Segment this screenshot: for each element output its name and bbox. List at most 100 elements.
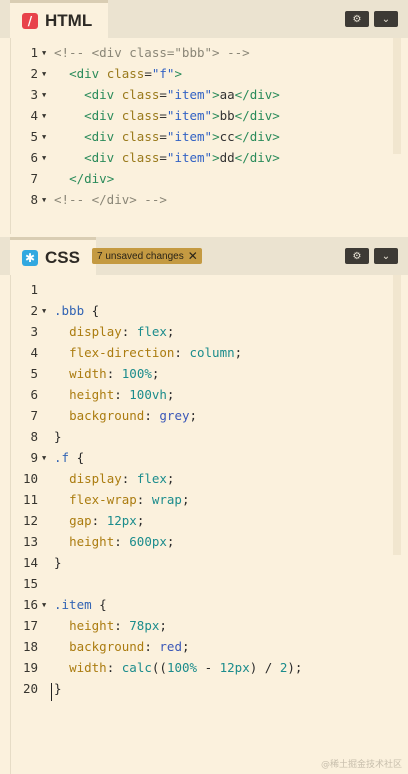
code-token: "f"	[151, 66, 175, 81]
line-number: 5	[30, 129, 38, 144]
code-token: class	[121, 87, 160, 102]
code-token: .f	[54, 450, 70, 465]
code-line[interactable]: 5 ▼ <div class="item">cc</div>	[11, 127, 401, 147]
code-token: 78px	[129, 618, 160, 633]
code-text: flex-direction: column;	[54, 343, 242, 363]
html-collapse-chevron-down-icon[interactable]: ⌄	[374, 11, 398, 27]
code-line[interactable]: 8 ▼ <!-- </div> -->	[11, 190, 401, 210]
code-line[interactable]: 10 display: flex;	[11, 469, 401, 489]
code-line[interactable]: 9 ▼ .f {	[11, 448, 401, 468]
css-settings-gear-icon[interactable]: ⚙	[345, 248, 369, 264]
line-number: 1	[30, 45, 38, 60]
line-number: 20	[22, 681, 38, 696]
code-token: background	[69, 639, 145, 654]
unsaved-changes-badge[interactable]: 7 unsaved changes ✕	[92, 248, 202, 264]
line-number: 4	[30, 345, 38, 360]
code-line[interactable]: 7 background: grey;	[11, 406, 401, 426]
code-line[interactable]: 3 ▼ <div class="item">aa</div>	[11, 85, 401, 105]
line-number: 7	[30, 408, 38, 423]
html-tab[interactable]: / HTML	[10, 0, 109, 38]
code-token: aa	[219, 87, 235, 102]
code-line[interactable]: 11 flex-wrap: wrap;	[11, 490, 401, 510]
fold-arrow-icon[interactable]: ▼	[42, 148, 46, 168]
code-token: :	[174, 345, 190, 360]
code-line[interactable]: 16 ▼ .item {	[11, 595, 401, 615]
code-text: display: flex;	[54, 322, 174, 342]
fold-arrow-icon[interactable]: ▼	[42, 106, 46, 126]
code-line[interactable]: 4 ▼ <div class="item">bb</div>	[11, 106, 401, 126]
fold-arrow-icon[interactable]: ▼	[42, 85, 46, 105]
code-token: </div>	[234, 108, 280, 123]
code-line[interactable]: 13 height: 600px;	[11, 532, 401, 552]
code-token: flex-wrap	[69, 492, 137, 507]
html-slash-icon: /	[22, 12, 38, 29]
text-cursor	[51, 683, 52, 701]
code-line[interactable]: 2 ▼ <div class="f">	[11, 64, 401, 84]
code-line[interactable]: 2 ▼ .bbb {	[11, 301, 401, 321]
css-code-editor[interactable]: 1 2 ▼ .bbb {3 display: flex; 4 flex-directio…	[10, 275, 401, 774]
line-number: 2	[30, 66, 38, 81]
code-token: height	[69, 534, 115, 549]
fold-arrow-icon[interactable]: ▼	[42, 595, 46, 615]
code-line[interactable]: 4 flex-direction: column;	[11, 343, 401, 363]
code-line[interactable]: 1	[11, 280, 401, 300]
fold-arrow-icon[interactable]: ▼	[42, 448, 46, 468]
html-code-editor[interactable]: 1 ▼ <!-- <div class="bbb"> --> 2 ▼ <div clas…	[10, 38, 401, 234]
code-line[interactable]: 12 gap: 12px;	[11, 511, 401, 531]
code-line[interactable]: 19 width: calc((100% - 12px) / 2);	[11, 658, 401, 678]
code-token: >	[212, 108, 220, 123]
code-token: red	[159, 639, 182, 654]
code-line[interactable]: 18 background: red;	[11, 637, 401, 657]
code-line[interactable]: 17 height: 78px;	[11, 616, 401, 636]
code-line[interactable]: 14}	[11, 553, 401, 573]
code-line[interactable]: 3 display: flex;	[11, 322, 401, 342]
code-token: >	[212, 87, 220, 102]
code-token: }	[54, 429, 62, 444]
code-token: =	[159, 87, 167, 102]
code-token: =	[159, 129, 167, 144]
code-line[interactable]: 15	[11, 574, 401, 594]
fold-arrow-icon[interactable]: ▼	[42, 190, 46, 210]
code-token: >	[174, 66, 182, 81]
code-token: 100%	[121, 366, 152, 381]
code-token: =	[159, 108, 167, 123]
code-text: .bbb {	[54, 301, 99, 321]
code-token: :	[91, 513, 107, 528]
code-token: dd	[219, 150, 235, 165]
code-text: height: 78px;	[54, 616, 167, 636]
code-line[interactable]: 20}	[11, 679, 401, 699]
code-text: display: flex;	[54, 469, 174, 489]
html-settings-gear-icon[interactable]: ⚙	[345, 11, 369, 27]
badge-close-icon[interactable]: ✕	[188, 250, 198, 262]
fold-arrow-icon[interactable]: ▼	[42, 301, 46, 321]
code-line[interactable]: 1 ▼ <!-- <div class="bbb"> -->	[11, 43, 401, 63]
code-line[interactable]: 7 </div>	[11, 169, 401, 189]
fold-arrow-icon[interactable]: ▼	[42, 64, 46, 84]
code-token: calc	[121, 660, 152, 675]
code-token: <div	[84, 129, 115, 144]
code-token: class	[106, 66, 145, 81]
code-line[interactable]: 6 ▼ <div class="item">dd</div>	[11, 148, 401, 168]
code-line[interactable]: 5 width: 100%;	[11, 364, 401, 384]
fold-arrow-icon[interactable]: ▼	[42, 43, 46, 63]
code-token: -	[197, 660, 220, 675]
code-token: :	[114, 618, 130, 633]
code-line[interactable]: 6 height: 100vh;	[11, 385, 401, 405]
code-token: </div>	[234, 150, 280, 165]
code-token: "item"	[166, 87, 213, 102]
css-tab[interactable]: ✱ CSS	[10, 237, 96, 275]
code-token: grey	[159, 408, 190, 423]
css-collapse-chevron-down-icon[interactable]: ⌄	[374, 248, 398, 264]
code-line[interactable]: 8}	[11, 427, 401, 447]
line-number: 7	[30, 171, 38, 186]
fold-arrow-icon[interactable]: ▼	[42, 127, 46, 147]
code-token: gap	[69, 513, 92, 528]
code-text: <div class="item">cc</div>	[54, 127, 280, 147]
